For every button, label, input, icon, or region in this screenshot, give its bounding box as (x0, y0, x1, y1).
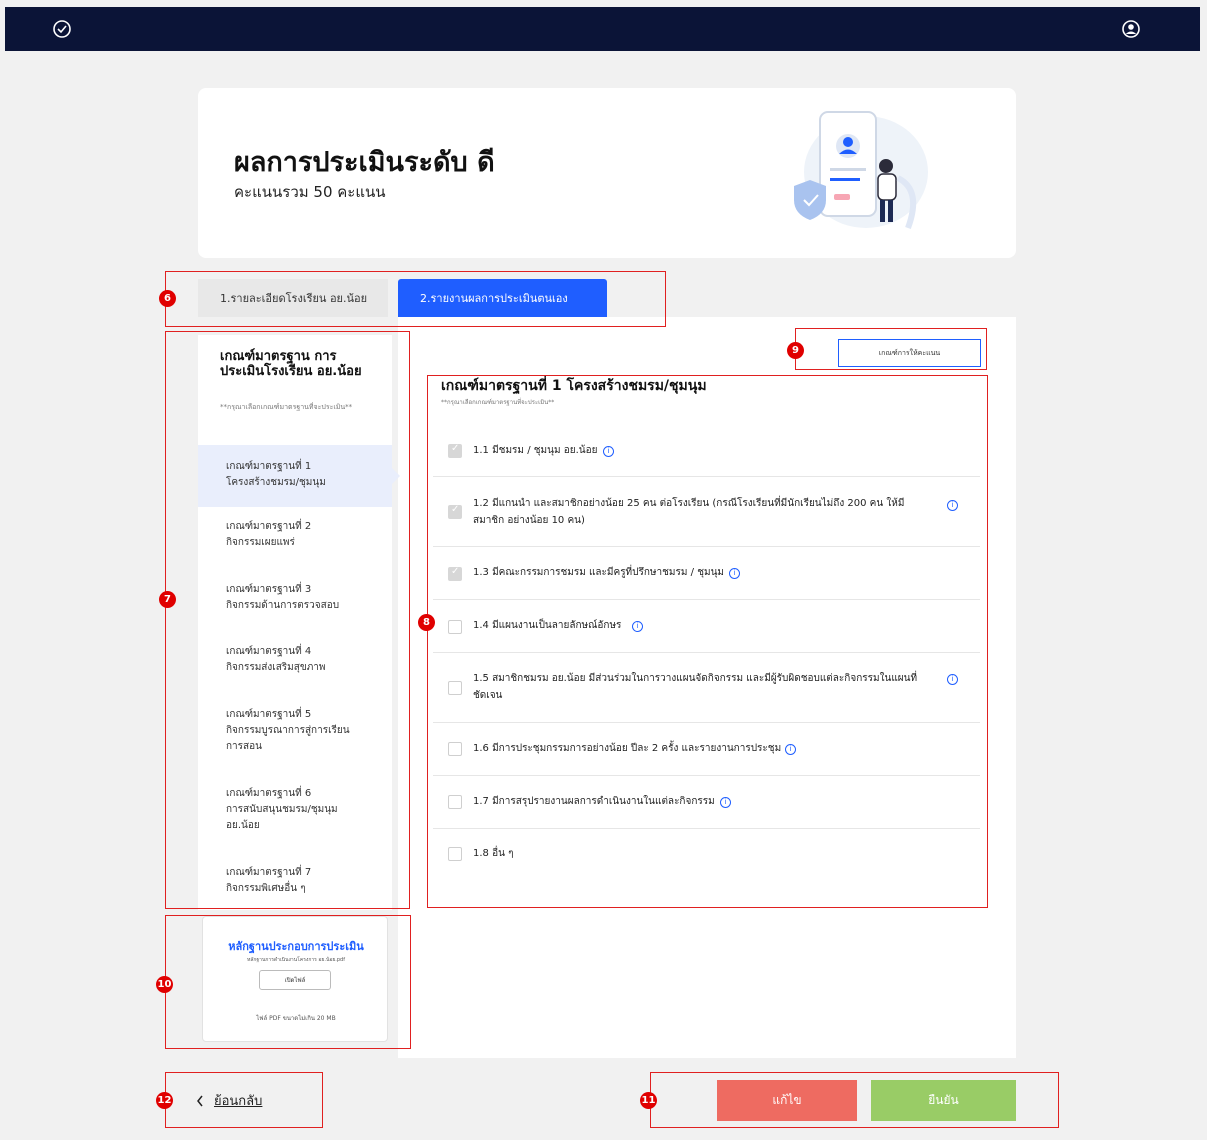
info-icon[interactable]: i (720, 797, 731, 808)
criteria-checkbox[interactable] (448, 443, 462, 458)
standards-sidebar: เกณฑ์มาตรฐาน การประเมินโรงเรียน อย.น้อย … (198, 335, 392, 910)
sidebar-hint: **กรุณาเลือกเกณฑ์มาตรฐานที่จะประเมิน** (220, 403, 353, 411)
sidebar-item-standard-5[interactable]: เกณฑ์มาตรฐานที่ 5 กิจกรรมบูรณาการสู่การเ… (198, 707, 392, 755)
annotation-marker: 9 (787, 342, 804, 359)
annotation-marker: 11 (640, 1092, 657, 1109)
tab-school-details[interactable]: 1.รายละเอียดโรงเรียน อย.น้อย (198, 279, 388, 317)
annotation-marker: 10 (156, 976, 173, 993)
sidebar-item-standard-4[interactable]: เกณฑ์มาตรฐานที่ 4 กิจกรรมส่งเสริมสุขภาพ (198, 644, 392, 676)
sidebar-item-label: กิจกรรมพิเศษอื่น ๆ (226, 883, 306, 894)
profile-illustration (794, 111, 928, 230)
criteria-hint: **กรุณาเลือกเกณฑ์มาตรฐานที่จะประเมิน** (441, 399, 555, 406)
criteria-text: 1.3 มีคณะกรรมการชมรม และมีครูที่ปรึกษาชม… (473, 567, 725, 578)
criteria-checkbox[interactable] (448, 620, 462, 634)
result-header-card: ผลการประเมินระดับ ดี คะแนนรวม 50 คะแนน (198, 88, 1016, 258)
sidebar-item-label: อย.น้อย (226, 820, 260, 831)
sidebar-item-label: กิจกรรมบูรณาการสู่การเรียน (226, 725, 350, 736)
sidebar-item-label: เกณฑ์มาตรฐานที่ 4 (226, 646, 312, 657)
sidebar-item-label: การสนับสนุนชมรม/ชุมนุม (226, 804, 338, 815)
criteria-item: 1.7 มีการสรุปรายงานผลการดำเนินงานในแต่ละ… (433, 776, 980, 829)
criteria-text: 1.4 มีแผนงานเป็นลายลักษณ์อักษร (473, 620, 622, 631)
criteria-item: 1.6 มีการประชุมกรรมการอย่างน้อย ปีละ 2 ค… (433, 723, 980, 776)
criteria-text: 1.6 มีการประชุมกรรมการอย่างน้อย ปีละ 2 ค… (473, 743, 782, 754)
sidebar-item-label: กิจกรรมเผยแพร่ (226, 537, 295, 548)
info-icon[interactable]: i (729, 568, 740, 579)
sidebar-item-label: การสอน (226, 741, 262, 752)
active-pointer-icon (392, 468, 400, 484)
confirm-button[interactable]: ยืนยัน (871, 1080, 1016, 1121)
sidebar-title: เกณฑ์มาตรฐาน การประเมินโรงเรียน อย.น้อย (220, 349, 362, 379)
sidebar-item-label: โครงสร้างชมรม/ชุมนุม (226, 477, 326, 488)
criteria-text: 1.5 สมาชิกชมรม อย.น้อย มีส่วนร่วมในการวา… (473, 673, 918, 701)
sidebar-item-standard-1[interactable]: เกณฑ์มาตรฐานที่ 1 โครงสร้างชมรม/ชุมนุม (198, 445, 392, 507)
criteria-checkbox[interactable] (448, 795, 462, 809)
info-icon[interactable]: i (785, 744, 796, 755)
sidebar-item-label: เกณฑ์มาตรฐานที่ 7 (226, 867, 312, 878)
criteria-checkbox[interactable] (448, 566, 462, 581)
criteria-checkbox[interactable] (448, 681, 462, 695)
sidebar-item-standard-2[interactable]: เกณฑ์มาตรฐานที่ 2 กิจกรรมเผยแพร่ (198, 519, 392, 551)
criteria-checkbox[interactable] (448, 504, 462, 519)
info-icon[interactable]: i (947, 674, 958, 685)
annotation-marker: 6 (159, 290, 176, 307)
criteria-item: 1.1 มีชมรม / ชุมนุม อย.น้อย i (433, 426, 980, 477)
sidebar-item-label: เกณฑ์มาตรฐานที่ 6 (226, 788, 312, 799)
sidebar-item-label: กิจกรรมด้านการตรวจสอบ (226, 600, 340, 611)
info-icon[interactable]: i (947, 500, 958, 511)
criteria-text: 1.2 มีแกนนำ และสมาชิกอย่างน้อย 25 คน ต่อ… (473, 498, 905, 526)
criteria-item: 1.8 อื่น ๆ (433, 829, 980, 879)
info-icon[interactable]: i (603, 446, 614, 457)
sidebar-item-label: เกณฑ์มาตรฐานที่ 2 (226, 521, 312, 532)
result-title: ผลการประเมินระดับ ดี (234, 147, 495, 178)
criteria-text: 1.8 อื่น ๆ (473, 848, 514, 859)
criteria-item: 1.4 มีแผนงานเป็นลายลักษณ์อักษร i (433, 600, 980, 653)
top-navbar (5, 7, 1200, 51)
back-label: ย้อนกลับ (214, 1094, 263, 1109)
criteria-text: 1.1 มีชมรม / ชุมนุม อย.น้อย (473, 445, 598, 456)
sidebar-item-standard-6[interactable]: เกณฑ์มาตรฐานที่ 6 การสนับสนุนชมรม/ชุมนุม… (198, 786, 392, 834)
total-score: คะแนนรวม 50 คะแนน (234, 183, 386, 201)
chevron-left-icon (197, 1095, 203, 1106)
evidence-title: หลักฐานประกอบการประเมิน (228, 940, 364, 953)
annotation-marker: 8 (418, 614, 435, 631)
open-file-button[interactable]: เปิดไฟล์ (259, 970, 331, 990)
criteria-title: เกณฑ์มาตรฐานที่ 1 โครงสร้างชมรม/ชุมนุม (441, 378, 707, 394)
sidebar-item-standard-7[interactable]: เกณฑ์มาตรฐานที่ 7 กิจกรรมพิเศษอื่น ๆ (198, 865, 392, 897)
sidebar-item-label: เกณฑ์มาตรฐานที่ 1 (226, 461, 312, 472)
sidebar-item-label: เกณฑ์มาตรฐานที่ 3 (226, 584, 312, 595)
annotation-marker: 12 (156, 1092, 173, 1109)
criteria-text: 1.7 มีการสรุปรายงานผลการดำเนินงานในแต่ละ… (473, 796, 715, 807)
tab-self-assessment[interactable]: 2.รายงานผลการประเมินตนเอง (398, 279, 607, 317)
sidebar-item-standard-3[interactable]: เกณฑ์มาตรฐานที่ 3 กิจกรรมด้านการตรวจสอบ (198, 582, 392, 614)
evidence-filename: หลักฐานการดำเนินงานโครงการ อย.น้อย.pdf (247, 957, 345, 963)
criteria-item: 1.5 สมาชิกชมรม อย.น้อย มีส่วนร่วมในการวา… (433, 653, 980, 723)
sidebar-item-label: กิจกรรมส่งเสริมสุขภาพ (226, 662, 326, 673)
criteria-item: 1.2 มีแกนนำ และสมาชิกอย่างน้อย 25 คน ต่อ… (433, 477, 980, 547)
annotation-marker: 7 (159, 591, 176, 608)
sidebar-item-label: เกณฑ์มาตรฐานที่ 5 (226, 709, 312, 720)
scoring-criteria-button[interactable]: เกณฑ์การให้คะแนน (838, 339, 981, 367)
info-icon[interactable]: i (632, 621, 643, 632)
criteria-item: 1.3 มีคณะกรรมการชมรม และมีครูที่ปรึกษาชม… (433, 547, 980, 600)
evidence-upload-card: หลักฐานประกอบการประเมิน หลักฐานการดำเนิน… (202, 916, 388, 1042)
criteria-checkbox[interactable] (448, 742, 462, 756)
criteria-checkbox[interactable] (448, 847, 462, 861)
user-circle-icon[interactable] (1120, 18, 1142, 40)
check-circle-icon[interactable] (51, 18, 73, 40)
edit-button[interactable]: แก้ไข (717, 1080, 857, 1121)
file-size-note: ไฟล์ PDF ขนาดไม่เกิน 20 MB (256, 1015, 336, 1022)
back-link[interactable]: ย้อนกลับ (196, 1090, 262, 1111)
